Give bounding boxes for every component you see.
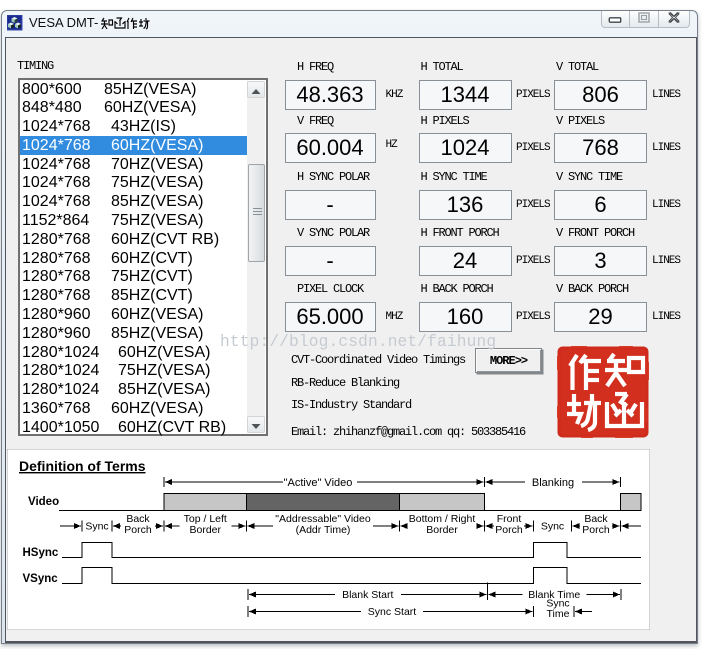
svg-text:Border: Border: [189, 524, 221, 536]
svg-text:Blanking: Blanking: [532, 477, 574, 489]
svg-text:Definition of Terms: Definition of Terms: [19, 458, 146, 474]
svg-text:VSync: VSync: [23, 573, 59, 585]
svg-text:Porch: Porch: [124, 524, 152, 536]
svg-text:Sync: Sync: [85, 521, 108, 533]
svg-text:Border: Border: [426, 524, 458, 536]
svg-text:"Active" Video: "Active" Video: [284, 477, 353, 489]
svg-text:Time: Time: [547, 608, 570, 620]
svg-text:(Addr Time): (Addr Time): [296, 524, 351, 536]
svg-text:HSync: HSync: [23, 547, 59, 559]
svg-text:Porch: Porch: [582, 524, 610, 536]
svg-text:Sync: Sync: [541, 521, 564, 533]
svg-text:Porch: Porch: [495, 524, 523, 536]
svg-text:Video: Video: [28, 496, 59, 508]
svg-text:Blank Start: Blank Start: [342, 589, 393, 601]
svg-text:Sync Start: Sync Start: [368, 606, 417, 618]
